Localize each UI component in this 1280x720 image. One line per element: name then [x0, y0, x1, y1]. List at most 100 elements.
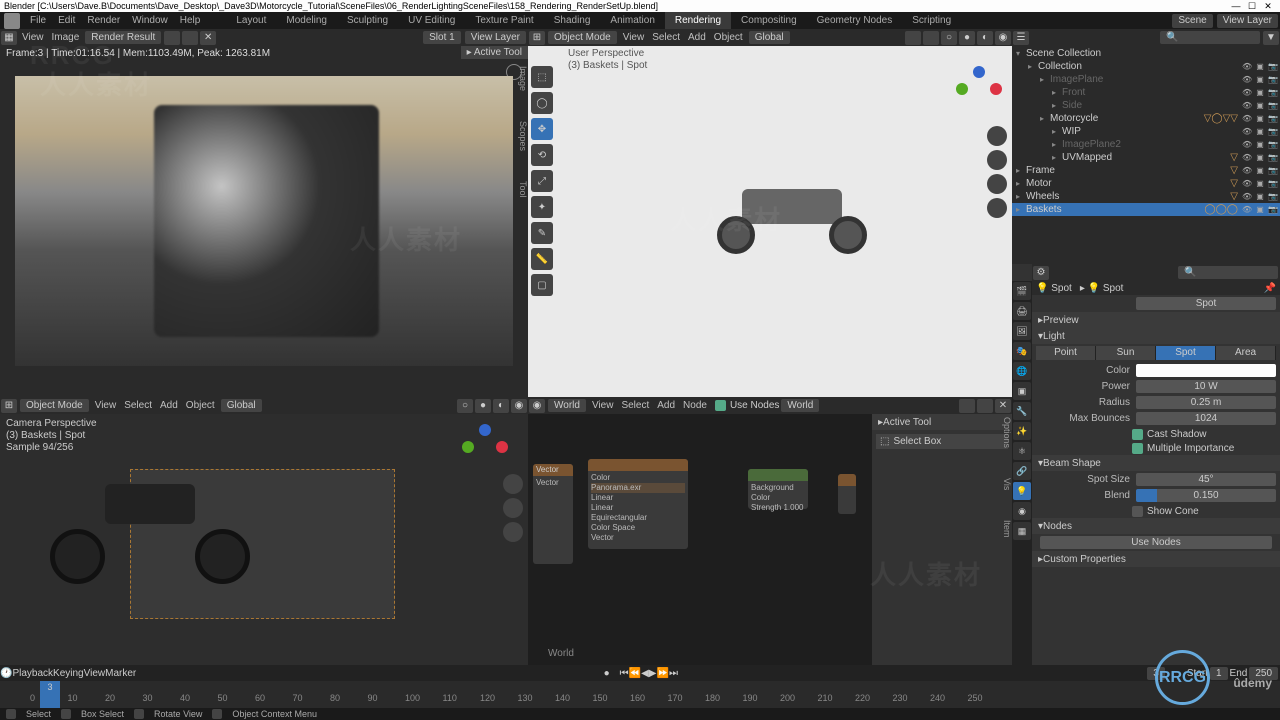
- pan-icon[interactable]: [503, 498, 523, 518]
- x-icon[interactable]: ✕: [995, 399, 1011, 413]
- shading-wireframe-icon[interactable]: ○: [457, 399, 473, 413]
- shading-solid-icon[interactable]: ●: [959, 31, 975, 45]
- play-reverse-icon[interactable]: ◀: [641, 668, 649, 679]
- viewlayer-selector[interactable]: View Layer: [1217, 14, 1278, 28]
- menu-edit[interactable]: Edit: [52, 15, 81, 26]
- multiple-importance-checkbox[interactable]: Multiple Importance: [1032, 441, 1280, 455]
- outliner-search[interactable]: 🔍: [1160, 31, 1260, 44]
- render-view[interactable]: Frame:3 | Time:01:16.54 | Mem:1103.49M, …: [0, 46, 528, 397]
- viewport-view-menu[interactable]: View: [619, 32, 649, 43]
- camera-icon[interactable]: [503, 522, 523, 542]
- tab-geometry-nodes[interactable]: Geometry Nodes: [807, 12, 903, 29]
- light-type-area[interactable]: Area: [1216, 346, 1276, 360]
- menu-window[interactable]: Window: [126, 15, 174, 26]
- output-props-tab-icon[interactable]: 🖨: [1013, 302, 1031, 320]
- outliner-item-front[interactable]: ▸Front👁▣📷: [1012, 86, 1280, 99]
- perspective-icon[interactable]: [987, 198, 1007, 218]
- layer-dropdown[interactable]: View Layer: [465, 31, 526, 44]
- nav-gizmo[interactable]: [956, 66, 1002, 112]
- maximize-button[interactable]: ☐: [1244, 1, 1260, 12]
- use-nodes-button[interactable]: Use Nodes: [1040, 536, 1272, 549]
- annotate-tool-icon[interactable]: ✎: [531, 222, 553, 244]
- beam-shape-panel-header[interactable]: ▾ Beam Shape: [1032, 455, 1280, 471]
- spot-size-input[interactable]: 45°: [1136, 473, 1276, 486]
- x-icon[interactable]: ✕: [200, 31, 216, 45]
- texture-props-tab-icon[interactable]: ▦: [1013, 522, 1031, 540]
- editor-type-icon[interactable]: ▦: [1, 31, 17, 45]
- close-button[interactable]: ✕: [1260, 1, 1276, 12]
- cast-shadow-checkbox[interactable]: Cast Shadow: [1032, 427, 1280, 441]
- constraint-props-tab-icon[interactable]: 🔗: [1013, 462, 1031, 480]
- nav-gizmo[interactable]: [462, 424, 508, 470]
- viewport-add-menu[interactable]: Add: [684, 32, 710, 43]
- outliner-item-imageplane2[interactable]: ▸ImagePlane2👁▣📷: [1012, 138, 1280, 151]
- light-type-sun[interactable]: Sun: [1096, 346, 1156, 360]
- menu-help[interactable]: Help: [174, 15, 207, 26]
- shading-preview-icon[interactable]: ◐: [493, 399, 509, 413]
- rotate-tool-icon[interactable]: ⟲: [531, 144, 553, 166]
- transform-tool-icon[interactable]: ✦: [531, 196, 553, 218]
- viewport-object-menu[interactable]: Object: [710, 32, 747, 43]
- use-nodes-toggle[interactable]: Use Nodes: [711, 399, 779, 413]
- camera-view[interactable]: Camera Perspective (3) Baskets | Spot Sa…: [0, 414, 528, 665]
- jump-start-icon[interactable]: ⏮: [620, 668, 629, 679]
- viewport-3d[interactable]: ⬚ ◯ ✥ ⟲ ⤢ ✦ ✎ 📏 ▢ User Perspective (3) B…: [528, 46, 1012, 397]
- outliner-item-motor[interactable]: ▸Motor▽👁▣📷: [1012, 177, 1280, 190]
- viewlayer-props-tab-icon[interactable]: 🖼: [1013, 322, 1031, 340]
- motorcycle-object[interactable]: [712, 169, 872, 259]
- outliner-item-imageplane[interactable]: ▸ImagePlane👁▣📷: [1012, 73, 1280, 86]
- outliner-item-frame[interactable]: ▸Frame▽👁▣📷: [1012, 164, 1280, 177]
- play-icon[interactable]: ▶: [649, 668, 657, 679]
- object-mode-dropdown[interactable]: Object Mode: [548, 31, 617, 44]
- editor-type-3d-icon[interactable]: ⊞: [1, 399, 17, 413]
- editor-type-3d-icon[interactable]: ⊞: [529, 31, 545, 45]
- image-editor-view-menu[interactable]: View: [18, 32, 48, 43]
- shader-node-menu[interactable]: Node: [679, 400, 711, 411]
- light-panel-header[interactable]: ▾ Light: [1032, 328, 1280, 344]
- shading-solid-icon[interactable]: ●: [475, 399, 491, 413]
- image-editor-image-menu[interactable]: Image: [48, 32, 84, 43]
- prev-key-icon[interactable]: ⏪: [629, 668, 641, 679]
- playback-menu[interactable]: Playback: [12, 668, 53, 679]
- tab-uv-editing[interactable]: UV Editing: [398, 12, 465, 29]
- cam-view-menu[interactable]: View: [91, 400, 121, 411]
- tab-animation[interactable]: Animation: [600, 12, 664, 29]
- side-tab-item[interactable]: Item: [997, 520, 1012, 538]
- cursor-tool-icon[interactable]: ⬚: [531, 66, 553, 88]
- add-tool-icon[interactable]: ▢: [531, 274, 553, 296]
- outliner-item-side[interactable]: ▸Side👁▣📷: [1012, 99, 1280, 112]
- world-output-node[interactable]: [838, 474, 856, 514]
- menu-render[interactable]: Render: [81, 15, 126, 26]
- shading-wireframe-icon[interactable]: ○: [941, 31, 957, 45]
- timeline-track[interactable]: 3 01020304050607080901001101201301401501…: [0, 681, 1280, 708]
- shader-select-menu[interactable]: Select: [617, 400, 653, 411]
- outliner-item-motorcycle[interactable]: ▸Motorcycle▽◯▽▽👁▣📷: [1012, 112, 1280, 125]
- active-tool-header[interactable]: ▸ Active Tool: [872, 414, 1012, 430]
- side-tab-image[interactable]: Image: [513, 66, 528, 91]
- zoom-icon[interactable]: [987, 126, 1007, 146]
- zoom-icon[interactable]: [503, 474, 523, 494]
- cam-select-menu[interactable]: Select: [120, 400, 156, 411]
- start-frame-input[interactable]: 1: [1210, 667, 1228, 680]
- object-mode-dropdown[interactable]: Object Mode: [20, 399, 89, 412]
- scene-props-tab-icon[interactable]: 🎭: [1013, 342, 1031, 360]
- gizmo-toggle-icon[interactable]: [905, 31, 921, 45]
- power-input[interactable]: 10 W: [1136, 380, 1276, 393]
- tab-scripting[interactable]: Scripting: [902, 12, 961, 29]
- material-props-tab-icon[interactable]: ◉: [1013, 502, 1031, 520]
- color-swatch[interactable]: [1136, 364, 1276, 377]
- shader-add-menu[interactable]: Add: [653, 400, 679, 411]
- outliner-item-wip[interactable]: ▸WIP👁▣📷: [1012, 125, 1280, 138]
- modifier-props-tab-icon[interactable]: 🔧: [1013, 402, 1031, 420]
- slot-dropdown[interactable]: Slot 1: [423, 31, 461, 44]
- world-dropdown[interactable]: World: [781, 399, 819, 412]
- measure-tool-icon[interactable]: 📏: [531, 248, 553, 270]
- shading-preview-icon[interactable]: ◐: [977, 31, 993, 45]
- overlays-toggle-icon[interactable]: [923, 31, 939, 45]
- playhead[interactable]: 3: [40, 681, 60, 708]
- outliner-type-icon[interactable]: ☰: [1013, 31, 1029, 45]
- scale-tool-icon[interactable]: ⤢: [531, 170, 553, 192]
- orientation-dropdown[interactable]: Global: [749, 31, 790, 44]
- viewport-select-menu[interactable]: Select: [648, 32, 684, 43]
- props-search[interactable]: 🔍: [1178, 266, 1278, 279]
